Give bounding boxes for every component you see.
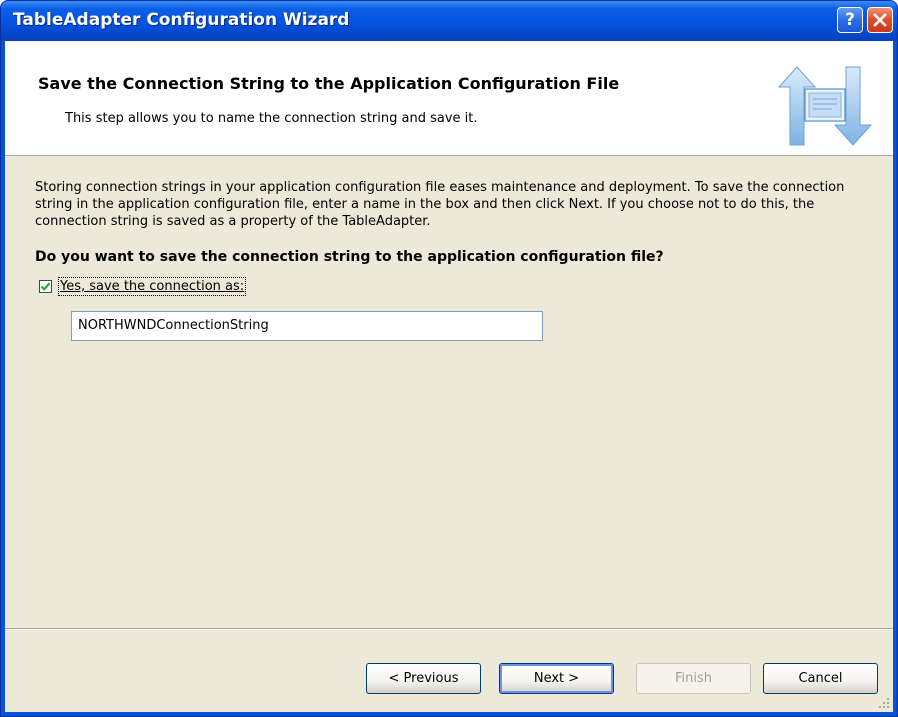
page-title: Save the Connection String to the Applic… — [38, 74, 620, 93]
save-connection-label[interactable]: Yes, save the connection as: — [57, 277, 247, 296]
close-button[interactable] — [867, 7, 893, 33]
help-button[interactable]: ? — [837, 7, 863, 33]
footer-separator — [5, 628, 893, 630]
page-subtitle: This step allows you to name the connect… — [65, 111, 478, 126]
cancel-button-label: Cancel — [798, 671, 843, 686]
next-button[interactable]: Next > — [499, 663, 614, 694]
wizard-header: Save the Connection String to the Applic… — [5, 41, 893, 156]
checkmark-icon — [40, 282, 51, 291]
finish-button: Finish — [636, 663, 751, 694]
description-text: Storing connection strings in your appli… — [35, 180, 845, 229]
save-question: Do you want to save the connection strin… — [35, 249, 664, 265]
next-button-label: Next > — [533, 671, 580, 686]
cancel-button[interactable]: Cancel — [763, 663, 878, 694]
wizard-window: TableAdapter Configuration Wizard ? Save… — [0, 0, 898, 717]
close-icon — [873, 13, 887, 27]
save-connection-checkbox[interactable] — [39, 280, 52, 293]
window-title: TableAdapter Configuration Wizard — [13, 10, 350, 30]
title-bar[interactable]: TableAdapter Configuration Wizard ? — [1, 1, 897, 41]
resize-grip-icon[interactable] — [878, 697, 890, 709]
wizard-data-exchange-icon — [777, 66, 873, 146]
help-icon: ? — [845, 10, 855, 30]
connection-name-input[interactable]: NORTHWNDConnectionString — [71, 311, 543, 341]
finish-button-label: Finish — [674, 671, 712, 686]
dialog-client-area: Save the Connection String to the Applic… — [5, 41, 893, 712]
save-connection-option[interactable]: Yes, save the connection as: — [39, 277, 247, 296]
previous-button[interactable]: < Previous — [366, 663, 481, 694]
previous-button-label: < Previous — [388, 671, 459, 686]
